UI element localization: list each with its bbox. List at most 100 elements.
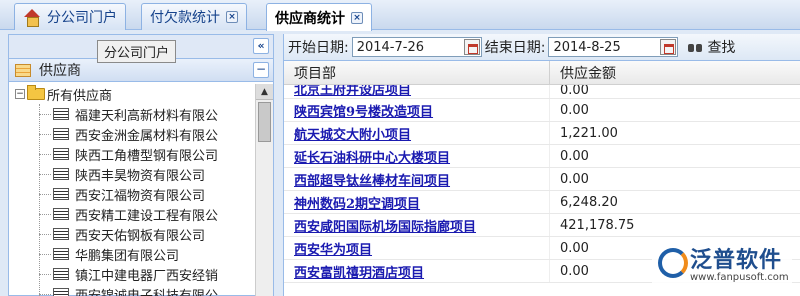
supplier-tree-item[interactable]: 华鹏集团有限公司: [9, 244, 255, 264]
document-icon: [53, 248, 69, 260]
table-header: 项目部 供应金额: [284, 61, 800, 85]
search-button[interactable]: 查找: [687, 37, 735, 57]
project-cell: 延长石油科研中心大楼项目: [284, 145, 550, 167]
tab-label: 供应商统计: [275, 10, 345, 27]
panel-toolbar: 分公司门户 «: [9, 35, 273, 63]
column-header-project[interactable]: 项目部: [284, 61, 550, 84]
supplier-tree-item-label: 西安锦诚电子科技有限公: [75, 288, 219, 296]
column-header-amount[interactable]: 供应金额: [550, 61, 800, 84]
supplier-tree-item-label: 西安天佑钢板有限公司: [75, 228, 206, 244]
project-link[interactable]: 延长石油科研中心大楼项目: [294, 147, 450, 166]
supplier-tree-item-label: 镇江中建电器厂西安经销: [75, 268, 219, 284]
scroll-up-icon[interactable]: ▲: [256, 84, 273, 100]
brand-name: 泛普软件: [690, 248, 783, 273]
project-link[interactable]: 西部超导钛丝棒材车间项目: [294, 170, 450, 189]
project-cell: 西安富凯禧玥酒店项目: [284, 260, 550, 282]
project-cell: 航天城交大附小项目: [284, 122, 550, 144]
document-icon: [53, 188, 69, 200]
supplier-tree-item-label: 福建天利高新材料有限公: [75, 108, 219, 124]
project-cell: 陕西宾馆9号楼改造项目: [284, 99, 550, 121]
grid-icon: [15, 63, 31, 77]
project-link[interactable]: 西安咸阳国际机场国际指廊项目: [294, 216, 476, 235]
document-icon: [53, 208, 69, 220]
calendar-icon[interactable]: [463, 39, 480, 55]
collapse-icon[interactable]: −: [15, 89, 25, 99]
tab-supplier-statistics[interactable]: 供应商统计 ×: [266, 3, 372, 31]
project-cell: 北京王府井设店项目: [284, 85, 550, 98]
panel-title: 供应商: [39, 63, 81, 79]
scroll-thumb[interactable]: [258, 102, 271, 142]
collapse-panel-button[interactable]: «: [253, 38, 269, 54]
table-row[interactable]: 航天城交大附小项目 1,221.00: [284, 122, 800, 145]
supplier-tree-item[interactable]: 福建天利高新材料有限公: [9, 104, 255, 124]
supplier-tree-item-label: 陕西丰昊物资有限公司: [75, 168, 206, 184]
tab-branch-portal[interactable]: 分公司门户: [14, 3, 126, 30]
supplier-tree-item[interactable]: 西安天佑钢板有限公司: [9, 224, 255, 244]
start-date-field[interactable]: 2014-7-26: [351, 37, 482, 57]
tab-payment-statistics[interactable]: 付欠款统计 ×: [141, 3, 247, 30]
date-filter-bar: 开始日期: 2014-7-26 结束日期: 2014-8-25 查找: [284, 34, 800, 61]
document-icon: [53, 128, 69, 140]
project-link[interactable]: 西安华为项目: [294, 239, 372, 258]
amount-cell: 421,178.75: [560, 217, 635, 233]
calendar-icon[interactable]: [660, 39, 677, 55]
tree-scrollbar[interactable]: ▲: [255, 84, 273, 296]
tab-label: 分公司门户: [47, 10, 117, 26]
document-icon: [53, 228, 69, 240]
table-row[interactable]: 陕西宾馆9号楼改造项目 0.00: [284, 99, 800, 122]
minimize-button[interactable]: −: [253, 62, 269, 78]
document-icon: [53, 268, 69, 280]
document-icon: [53, 288, 69, 296]
amount-cell: 0.00: [560, 85, 589, 98]
project-cell: 神州数码2期空调项目: [284, 191, 550, 213]
supplier-tree-item[interactable]: 陕西丰昊物资有限公司: [9, 164, 255, 184]
project-link[interactable]: 航天城交大附小项目: [294, 124, 411, 143]
supplier-tree-item[interactable]: 西安精工建设工程有限公: [9, 204, 255, 224]
supplier-tree-item-label: 西安金洲金属材料有限公: [75, 128, 219, 144]
amount-cell: 1,221.00: [560, 125, 618, 141]
start-date-value: 2014-7-26: [356, 39, 424, 55]
folder-icon: [27, 85, 45, 100]
close-icon[interactable]: ×: [226, 11, 238, 23]
home-icon: [23, 9, 41, 27]
supplier-tree-item-label: 西安江福物资有限公司: [75, 188, 206, 204]
supplier-tree-item[interactable]: 西安江福物资有限公司: [9, 184, 255, 204]
end-date-field[interactable]: 2014-8-25: [548, 37, 679, 57]
supplier-panel: 分公司门户 « 供应商 − − 所有供应商 福建天利高新材料有限公 西安金洲金属材…: [8, 34, 274, 296]
project-link[interactable]: 西安富凯禧玥酒店项目: [294, 262, 424, 281]
tooltip: 分公司门户: [97, 40, 177, 63]
amount-cell: 0.00: [560, 148, 589, 164]
close-icon[interactable]: ×: [351, 11, 363, 24]
table-row[interactable]: 神州数码2期空调项目 6,248.20: [284, 191, 800, 214]
binoculars-icon: [687, 41, 703, 53]
supplier-tree-item[interactable]: 西安金洲金属材料有限公: [9, 124, 255, 144]
supplier-tree-item[interactable]: 镇江中建电器厂西安经销: [9, 264, 255, 284]
brand-watermark: 泛普软件 www.fanpusoft.com: [652, 240, 792, 292]
document-icon: [53, 168, 69, 180]
tree-root[interactable]: − 所有供应商: [9, 84, 255, 104]
tab-bar: 分公司门户 付欠款统计 × 供应商统计 ×: [0, 0, 800, 31]
search-label: 查找: [707, 40, 736, 56]
brand-url: www.fanpusoft.com: [690, 272, 789, 283]
supplier-tree-item[interactable]: 西安锦诚电子科技有限公: [9, 284, 255, 296]
table-row[interactable]: 北京王府井设店项目 0.00: [284, 85, 800, 99]
table-row[interactable]: 西部超导钛丝棒材车间项目 0.00: [284, 168, 800, 191]
project-cell: 西安华为项目: [284, 237, 550, 259]
supplier-tree-item[interactable]: 陕西工角槽型钢有限公司: [9, 144, 255, 164]
project-link[interactable]: 陕西宾馆9号楼改造项目: [294, 101, 433, 120]
end-date-label: 结束日期:: [484, 40, 546, 56]
supplier-tree-item-label: 陕西工角槽型钢有限公司: [75, 148, 219, 164]
brand-logo-icon: [656, 244, 688, 278]
project-cell: 西部超导钛丝棒材车间项目: [284, 168, 550, 190]
amount-cell: 6,248.20: [560, 194, 618, 210]
end-date-value: 2014-8-25: [553, 39, 621, 55]
table-row[interactable]: 延长石油科研中心大楼项目 0.00: [284, 145, 800, 168]
supplier-tree-item-label: 西安精工建设工程有限公: [75, 208, 219, 224]
table-row[interactable]: 西安咸阳国际机场国际指廊项目 421,178.75: [284, 214, 800, 237]
amount-cell: 0.00: [560, 102, 589, 118]
project-link[interactable]: 北京王府井设店项目: [294, 85, 411, 98]
project-link[interactable]: 神州数码2期空调项目: [294, 193, 420, 212]
amount-cell: 0.00: [560, 171, 589, 187]
document-icon: [53, 148, 69, 160]
supplier-tree-item-label: 华鹏集团有限公司: [75, 248, 180, 264]
